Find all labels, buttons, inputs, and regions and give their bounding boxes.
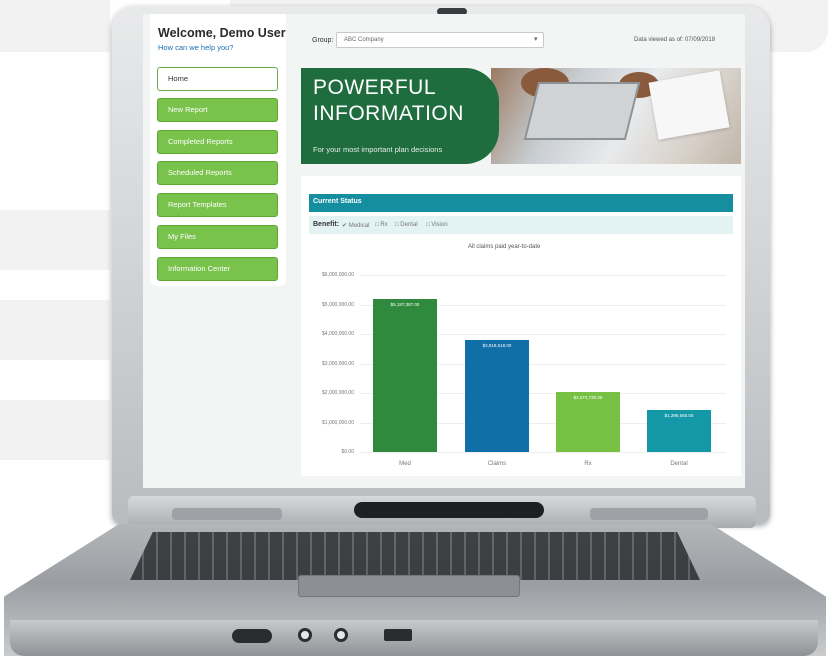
x-axis-tick-label: Rx (584, 461, 592, 467)
sidebar-item-information-center[interactable]: Information Center (157, 257, 278, 281)
x-axis-tick-label: Dental (670, 461, 688, 467)
benefit-option-label: Dental (400, 222, 418, 228)
benefit-option-vision[interactable]: □ Vision (426, 222, 448, 228)
checkbox-icon: □ (375, 222, 379, 228)
checkbox-icon: □ (395, 222, 399, 228)
y-axis-tick-label: $0.00 (341, 449, 354, 455)
hinge-left (172, 508, 282, 520)
hinge-right (590, 508, 708, 520)
bar-value-label: $5,187,387.00 (390, 301, 420, 307)
bar-value-label: $1,396,665.00 (664, 412, 694, 418)
y-axis-tick-label: $5,000,000.00 (322, 301, 354, 308)
banner-subtitle: For your most important plan decisions (313, 145, 443, 154)
sidebar-item-home[interactable]: Home (157, 67, 278, 91)
chart-bar[interactable] (373, 298, 437, 452)
benefit-option-label: Vision (431, 222, 448, 228)
audio-jack-icon (334, 628, 348, 642)
usb-port-icon (384, 629, 412, 641)
card-slot-icon (232, 629, 272, 643)
data-as-of-text: Data viewed as of: 07/09/2018 (634, 37, 716, 43)
background-stripe (0, 210, 110, 270)
banner-headline-line2: INFORMATION (313, 102, 464, 125)
hinge-center (354, 502, 544, 518)
sidebar-item-completed-reports[interactable]: Completed Reports (157, 130, 278, 154)
banner-headline-line1: POWERFUL (313, 76, 437, 99)
hero-banner: POWERFUL INFORMATION For your most impor… (301, 68, 741, 164)
benefit-option-dental[interactable]: □ Dental (395, 222, 418, 228)
benefit-option-label: Medical (348, 223, 370, 229)
laptop-touchpad (298, 575, 520, 597)
chart-title: All claims paid year-to-date (468, 244, 541, 250)
x-axis-tick-label: Claims (487, 461, 507, 467)
laptop-front-edge (10, 620, 818, 656)
group-select-value: ABC Company (344, 37, 384, 43)
checkbox-checked-icon: ✔ (342, 223, 348, 229)
benefit-option-medical[interactable]: ✔ Medical (342, 222, 369, 229)
checkbox-icon: □ (426, 222, 430, 228)
sidebar-item-report-templates[interactable]: Report Templates (157, 193, 278, 217)
y-axis-tick-label: $6,000,000.00 (322, 272, 354, 278)
background-stripe (0, 0, 110, 52)
panel-header (309, 194, 733, 212)
benefit-option-label: Rx (380, 222, 388, 228)
y-axis-tick-label: $1,000,000.00 (322, 419, 354, 426)
banner-photo-paper (648, 70, 730, 140)
group-label: Group: (312, 37, 334, 44)
y-axis-tick-label: $3,000,000.00 (322, 360, 354, 367)
banner-photo-laptop (523, 82, 641, 140)
help-link[interactable]: How can we help you? (158, 43, 233, 52)
chart-bar[interactable] (465, 339, 529, 452)
bar-value-label: $2,074,730.00 (573, 395, 603, 401)
chevron-down-icon: ▾ (534, 36, 538, 43)
chart-gridline (360, 452, 726, 453)
y-axis-tick-label: $4,000,000.00 (322, 331, 354, 337)
sidebar-item-scheduled-reports[interactable]: Scheduled Reports (157, 161, 278, 185)
background-stripe (0, 300, 110, 360)
audio-jack-icon (298, 628, 312, 642)
bar-value-label: $3,818,518.00 (482, 342, 512, 348)
chart-gridline (360, 275, 726, 276)
benefit-label: Benefit: (313, 221, 340, 228)
sidebar-item-new-report[interactable]: New Report (157, 98, 278, 122)
welcome-text: Welcome, Demo User (158, 26, 286, 40)
x-axis-tick-label: Med (399, 461, 411, 467)
background-stripe (0, 400, 110, 460)
sidebar-item-my-files[interactable]: My Files (157, 225, 278, 249)
benefit-filter-bar (309, 216, 733, 234)
panel-title: Current Status (313, 198, 362, 205)
benefit-option-rx[interactable]: □ Rx (375, 222, 388, 228)
y-axis-tick-label: $2,000,000.00 (322, 390, 354, 396)
laptop-keyboard (130, 532, 700, 580)
chart-bar[interactable] (556, 392, 620, 452)
